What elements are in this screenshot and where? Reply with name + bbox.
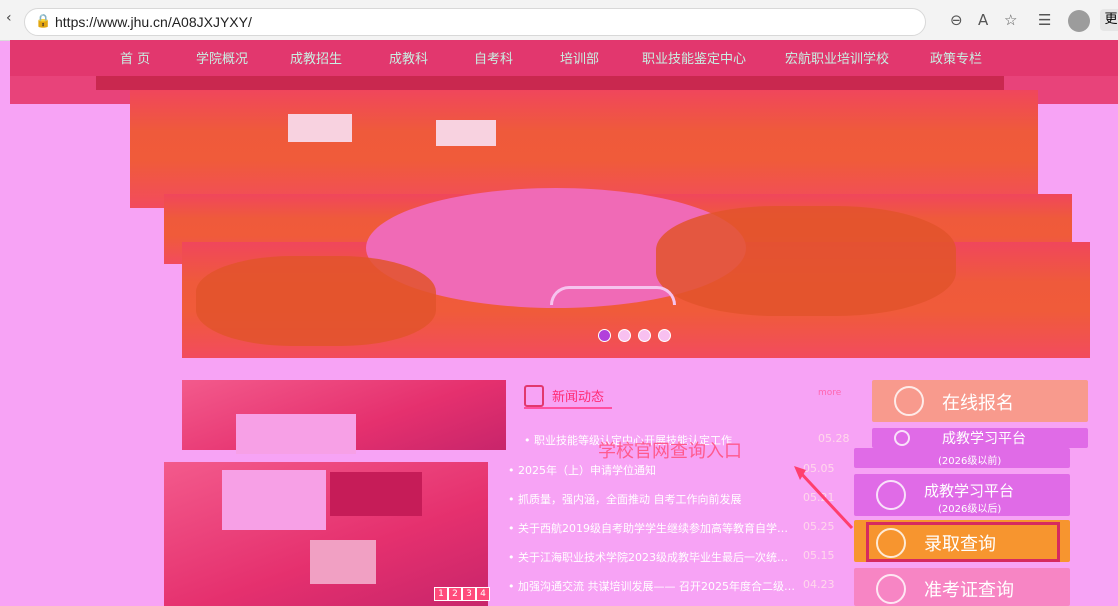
- photo-pager-2[interactable]: 2: [448, 587, 462, 601]
- news-date: 05.05: [803, 462, 835, 475]
- photo-pager-1[interactable]: 1: [434, 587, 448, 601]
- ticket-icon: [876, 574, 906, 604]
- admission-query-label: 录取查询: [924, 534, 996, 555]
- nav-skill-center[interactable]: 职业技能鉴定中心: [642, 48, 746, 67]
- news-item-title[interactable]: 加强沟通交流 共谋培训发展—— 召开2025年度合二级…: [518, 580, 795, 593]
- news-date: 05.25: [803, 520, 835, 533]
- nav-self-study[interactable]: 自考科: [474, 48, 513, 67]
- study-platform-before-sub-block[interactable]: (2026级以前): [854, 448, 1070, 468]
- favorite-star-icon[interactable]: ☆: [1004, 11, 1017, 29]
- news-item[interactable]: • 2025年（上）申请学位通知: [508, 462, 656, 478]
- news-title[interactable]: 新闻动态: [552, 386, 604, 405]
- banner-trees: [196, 256, 436, 346]
- news-item-title[interactable]: 抓质量，强内涵，全面推动 自考工作向前发展: [518, 493, 742, 506]
- news-header: 新闻动态: [524, 383, 612, 409]
- nav-training[interactable]: 培训部: [560, 48, 599, 67]
- banner-building: [436, 120, 496, 146]
- banner-building: [288, 114, 352, 142]
- study-platform-before-button[interactable]: 成教学习平台: [872, 428, 1088, 448]
- news-item[interactable]: • 抓质量，强内涵，全面推动 自考工作向前发展: [508, 491, 742, 507]
- online-signup-label: 在线报名: [942, 393, 1014, 414]
- photo-pager-4[interactable]: 4: [476, 587, 490, 601]
- nav-admission[interactable]: 成教招生: [290, 48, 342, 67]
- zoom-icon[interactable]: ⊖: [950, 11, 963, 29]
- news-item-title[interactable]: 关于西航2019级自考助学学生继续参加高等教育自学…: [518, 522, 788, 535]
- address-bar[interactable]: 🔒 https://www.jhu.cn/A08JXJYXY/: [24, 8, 926, 36]
- nav-home[interactable]: 首 页: [120, 48, 150, 67]
- loop-icon: [894, 430, 910, 446]
- nav-policy[interactable]: 政策专栏: [930, 48, 982, 67]
- classroom-screen: [236, 414, 356, 454]
- exam-ticket-query-button[interactable]: 准考证查询: [854, 568, 1070, 606]
- annotation-label: 学校官网查询入口: [598, 441, 742, 462]
- banner-bridge: [550, 286, 676, 305]
- news-item-title[interactable]: 2025年（上）申请学位通知: [518, 464, 656, 477]
- admission-icon: [876, 528, 906, 558]
- back-icon[interactable]: ‹: [6, 10, 12, 26]
- study-platform-after-label: 成教学习平台: [924, 482, 1015, 500]
- news-icon: [524, 385, 544, 407]
- photo-pager-3[interactable]: 3: [462, 587, 476, 601]
- edge-menu-button[interactable]: 更: [1100, 9, 1118, 31]
- nav-training-school[interactable]: 宏航职业培训学校: [785, 48, 889, 67]
- news-item[interactable]: • 关于江海职业技术学院2023级成教毕业生最后一次统…: [508, 549, 788, 565]
- news-item[interactable]: • 关于西航2019级自考助学学生继续参加高等教育自学…: [508, 520, 788, 536]
- online-signup-button[interactable]: 在线报名: [872, 380, 1088, 422]
- banner-slideshow[interactable]: [96, 76, 1096, 358]
- news-date: 05.15: [803, 549, 835, 562]
- slide-dot-4[interactable]: [658, 329, 671, 342]
- browser-toolbar: ‹ 🔒 https://www.jhu.cn/A08JXJYXY/ ⊖ A ☆ …: [0, 0, 1118, 41]
- banner-slice: [96, 76, 1004, 90]
- main-nav: 首 页 学院概况 成教招生 成教科 自考科 培训部 职业技能鉴定中心 宏航职业培…: [10, 40, 1118, 76]
- classroom-photo-bottom[interactable]: [164, 462, 488, 606]
- news-item[interactable]: • 加强沟通交流 共谋培训发展—— 召开2025年度合二级…: [508, 578, 795, 594]
- nav-about[interactable]: 学院概况: [196, 48, 248, 67]
- slide-dot-3[interactable]: [638, 329, 651, 342]
- profile-avatar[interactable]: [1068, 10, 1090, 32]
- study-platform-before-sub: (2026级以前): [938, 456, 1002, 467]
- exam-ticket-query-label: 准考证查询: [924, 580, 1014, 601]
- classroom-lectern: [310, 540, 376, 584]
- read-aloud-icon[interactable]: A: [978, 11, 988, 29]
- nav-adult-education[interactable]: 成教科: [389, 48, 428, 67]
- banner-trees: [656, 206, 956, 316]
- news-date: 05.28: [818, 432, 850, 445]
- book-icon: [876, 480, 906, 510]
- news-more-link[interactable]: more: [818, 388, 841, 398]
- news-date: 04.23: [803, 578, 835, 591]
- study-platform-before-label: 成教学习平台: [942, 431, 1026, 447]
- slide-dot-1[interactable]: [598, 329, 611, 342]
- url-text[interactable]: https://www.jhu.cn/A08JXJYXY/: [55, 14, 252, 30]
- favorites-list-icon[interactable]: ☰: [1038, 11, 1051, 29]
- news-date: 05.21: [803, 491, 835, 504]
- slide-dot-2[interactable]: [618, 329, 631, 342]
- classroom-board: [330, 472, 422, 516]
- monitor-icon: [894, 386, 924, 416]
- admission-query-button[interactable]: 录取查询: [854, 520, 1070, 562]
- study-platform-after-sub: (2026级以后): [938, 504, 1002, 515]
- study-platform-after-button[interactable]: 成教学习平台 (2026级以后): [854, 474, 1070, 516]
- classroom-screen: [222, 470, 326, 530]
- news-item-title[interactable]: 关于江海职业技术学院2023级成教毕业生最后一次统…: [518, 551, 788, 564]
- lock-icon[interactable]: 🔒: [35, 14, 51, 29]
